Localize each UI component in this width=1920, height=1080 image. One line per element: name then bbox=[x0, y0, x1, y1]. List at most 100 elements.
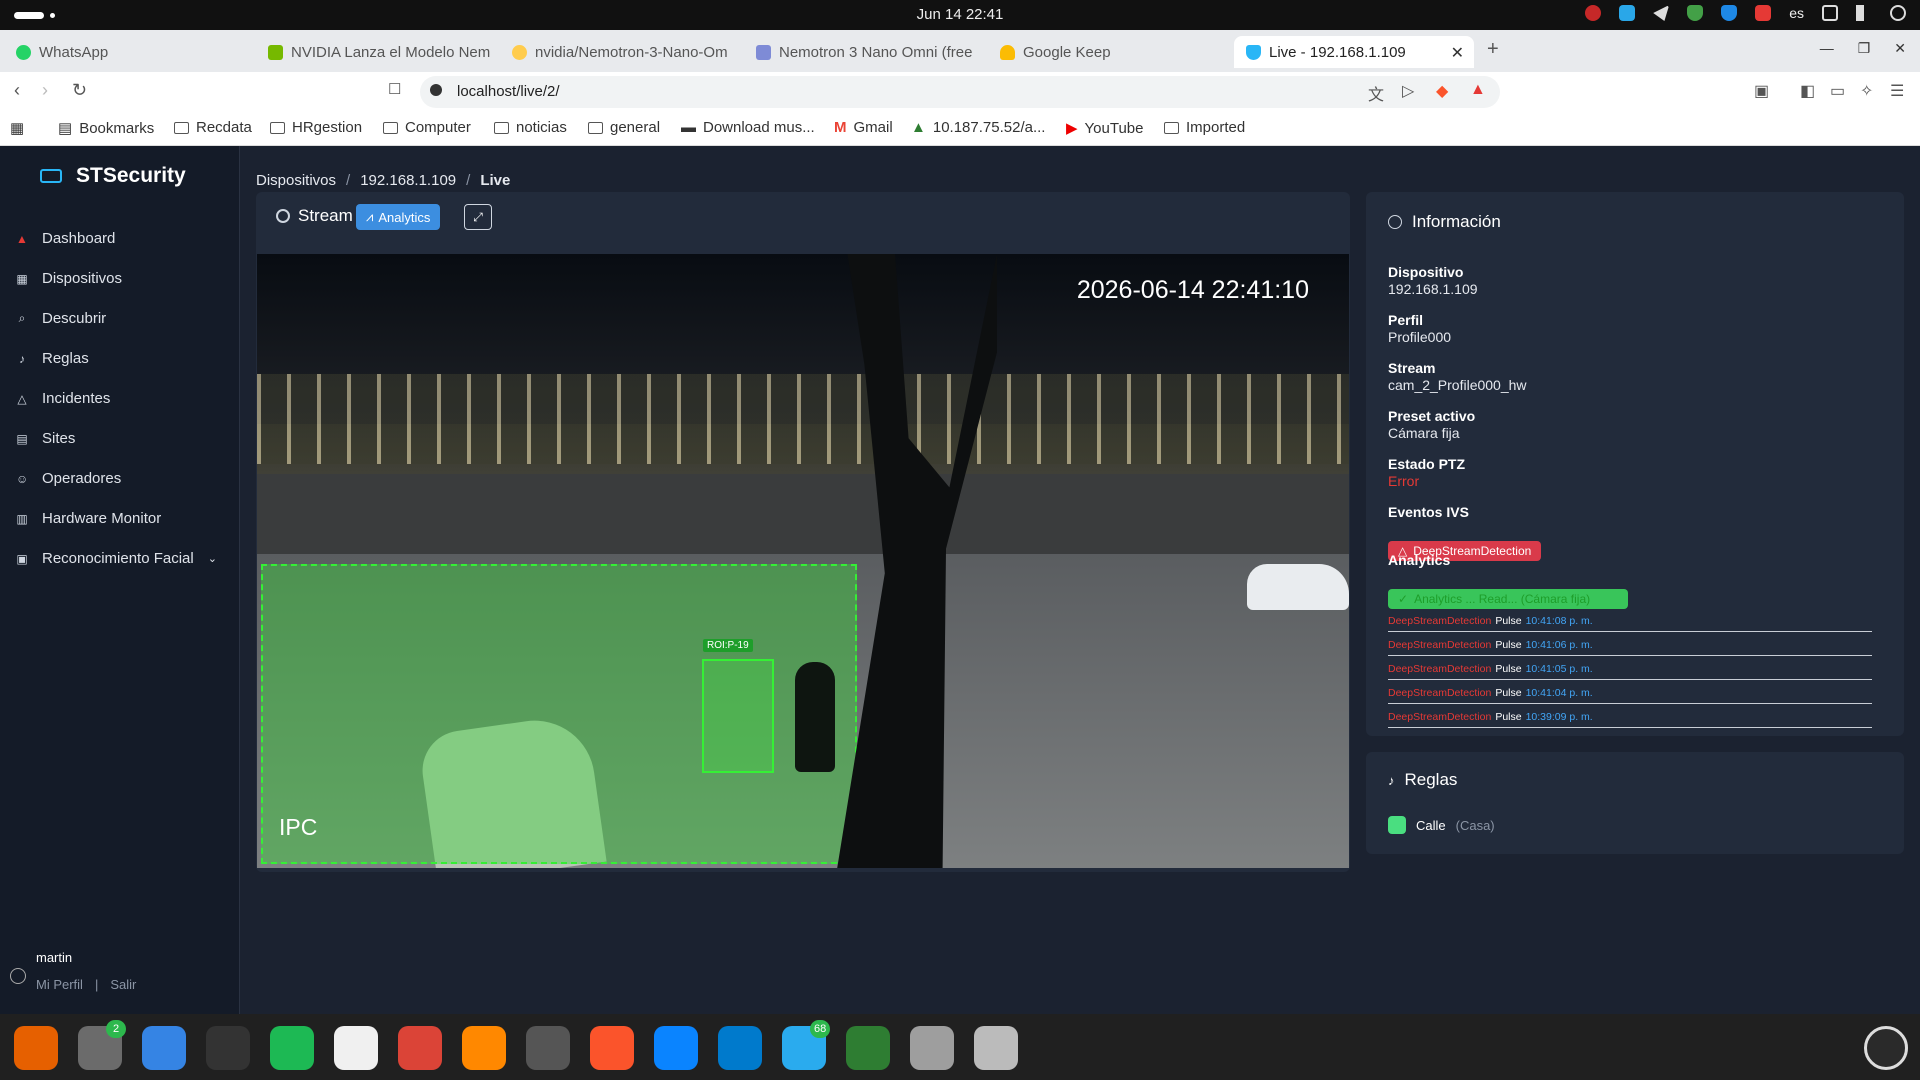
bookmark-label: Download mus... bbox=[703, 119, 815, 136]
vscode-app-icon[interactable] bbox=[718, 1026, 762, 1070]
bookmark-item[interactable]: Imported bbox=[1164, 119, 1245, 136]
browser-tab[interactable]: NVIDIA Lanza el Modelo Nem bbox=[256, 36, 496, 68]
app-sidebar: STSecurity ▲ Dashboard ▦ Dispositivos ⌕ Des… bbox=[0, 146, 240, 1014]
shield-tray-icon[interactable] bbox=[1687, 5, 1704, 21]
alert-tray-icon[interactable] bbox=[1755, 5, 1772, 21]
screenshot-icon[interactable]: ▣ bbox=[1754, 81, 1769, 101]
bookmark-item[interactable]: HRgestion bbox=[270, 119, 362, 136]
live-video-feed[interactable]: ROI:P-19 2026-06-14 22:41:10 IPC bbox=[257, 254, 1349, 868]
apps-grid-icon[interactable]: ▦ bbox=[10, 119, 24, 137]
chrome-app-icon[interactable] bbox=[398, 1026, 442, 1070]
bookmark-label: YouTube bbox=[1084, 119, 1144, 137]
sidebar-item-reglas[interactable]: ♪ Reglas bbox=[16, 350, 89, 367]
brave-shield-icon[interactable]: ◆ bbox=[1436, 81, 1448, 101]
text-editor-app-icon[interactable] bbox=[334, 1026, 378, 1070]
stream-value: cam_2_Profile000_hw bbox=[1388, 377, 1527, 393]
help-app-icon[interactable] bbox=[142, 1026, 186, 1070]
calculator-app-icon[interactable] bbox=[910, 1026, 954, 1070]
close-tab-icon[interactable]: ✕ bbox=[1451, 43, 1464, 63]
breadcrumb-item[interactable]: 192.168.1.109 bbox=[360, 172, 456, 189]
profile-link[interactable]: Mi Perfil bbox=[36, 977, 83, 992]
browser-tab[interactable]: WhatsApp bbox=[4, 36, 254, 68]
event-row: DeepStreamDetection Pulse 10:41:08 p. m. bbox=[1388, 610, 1872, 632]
sidebar-item-incidentes[interactable]: △ Incidentes bbox=[16, 390, 110, 407]
event-name: DeepStreamDetection bbox=[1388, 662, 1492, 675]
network-icon[interactable] bbox=[1822, 5, 1838, 21]
close-window-icon[interactable]: ✕ bbox=[1894, 40, 1906, 57]
rule-item[interactable]: Calle (Casa) bbox=[1388, 816, 1495, 834]
breadcrumb: Dispositivos / 192.168.1.109 / Live bbox=[256, 172, 510, 189]
terminal-app-icon[interactable] bbox=[206, 1026, 250, 1070]
vlc-app-icon[interactable] bbox=[462, 1026, 506, 1070]
rule-site: (Casa) bbox=[1455, 817, 1495, 833]
event-time: 10:41:08 p. m. bbox=[1525, 614, 1593, 627]
app-center-app-icon[interactable] bbox=[526, 1026, 570, 1070]
translate-icon[interactable]: 文 bbox=[1368, 81, 1384, 105]
sidebar-toggle-icon[interactable]: ◧ bbox=[1800, 81, 1815, 101]
volume-icon[interactable] bbox=[1856, 5, 1872, 21]
language-indicator[interactable]: es bbox=[1789, 5, 1804, 21]
forward-icon[interactable]: › bbox=[42, 80, 48, 101]
analytics-label: Analytics bbox=[1388, 552, 1451, 568]
rule-name: Calle bbox=[1416, 817, 1446, 833]
menu-icon[interactable]: ☰ bbox=[1890, 81, 1904, 101]
bookmark-item[interactable]: ▲ 10.187.75.52/a... bbox=[911, 119, 1045, 136]
bookmark-icon[interactable]: ☐ bbox=[388, 80, 401, 98]
download-icon: ▬ bbox=[681, 119, 696, 136]
link-icon: ▲ bbox=[911, 119, 926, 136]
bookmark-item[interactable]: Computer bbox=[383, 119, 471, 136]
browser-tab[interactable]: Google Keep bbox=[988, 36, 1228, 68]
cast-icon[interactable]: ▷ bbox=[1402, 81, 1414, 101]
sidebar-item-sites[interactable]: ▤ Sites bbox=[16, 430, 75, 447]
address-bar[interactable] bbox=[420, 76, 1500, 108]
bookmark-item[interactable]: ▬ Download mus... bbox=[681, 119, 815, 136]
minimize-icon[interactable]: — bbox=[1820, 40, 1834, 57]
show-apps-icon[interactable] bbox=[1864, 1026, 1908, 1070]
camera-viewer-app-icon[interactable] bbox=[846, 1026, 890, 1070]
site-info-icon[interactable] bbox=[430, 84, 442, 96]
brave-app-icon[interactable] bbox=[590, 1026, 634, 1070]
bookmark-item[interactable]: noticias bbox=[494, 119, 567, 136]
browser-tab[interactable]: nvidia/Nemotron-3-Nano-Om bbox=[500, 36, 740, 68]
sidebar-item-hardware-monitor[interactable]: ▥ Hardware Monitor bbox=[16, 510, 161, 527]
bookmark-item[interactable]: general bbox=[588, 119, 660, 136]
maximize-icon[interactable]: ❐ bbox=[1858, 40, 1871, 57]
thunderbird-app-icon[interactable] bbox=[654, 1026, 698, 1070]
sidebar-item-dashboard[interactable]: ▲ Dashboard bbox=[16, 230, 115, 247]
browser-tab-active[interactable]: Live - 192.168.1.109 ✕ bbox=[1234, 36, 1474, 68]
brand[interactable]: STSecurity bbox=[40, 164, 186, 188]
record-icon[interactable] bbox=[1585, 5, 1602, 21]
analytics-button[interactable]: ⩘ Analytics bbox=[356, 204, 441, 230]
trash-app-icon[interactable] bbox=[974, 1026, 1018, 1070]
browser-tab[interactable]: Nemotron 3 Nano Omni (free bbox=[744, 36, 984, 68]
fullscreen-button[interactable]: ⤢ bbox=[464, 204, 492, 230]
telegram-tray-icon[interactable] bbox=[1653, 5, 1670, 21]
breadcrumb-item[interactable]: Dispositivos bbox=[256, 172, 336, 189]
firefox-app-icon[interactable] bbox=[14, 1026, 58, 1070]
brave-rewards-icon[interactable]: ▲ bbox=[1470, 81, 1486, 99]
leo-ai-icon[interactable]: ✧ bbox=[1860, 81, 1873, 101]
reload-icon[interactable]: ↻ bbox=[72, 80, 87, 101]
power-icon[interactable] bbox=[1890, 5, 1906, 21]
new-tab-icon[interactable]: + bbox=[1487, 38, 1499, 61]
sidebar-item-operadores[interactable]: ☺ Operadores bbox=[16, 470, 121, 487]
sidebar-item-descubrir[interactable]: ⌕ Descubrir bbox=[16, 310, 107, 327]
bookmark-item[interactable]: ▤ Bookmarks bbox=[58, 119, 154, 138]
sidebar-item-reconocimiento-facial[interactable]: ▣ Reconocimiento Facial ⌄ bbox=[16, 550, 217, 567]
back-icon[interactable]: ‹ bbox=[14, 80, 20, 101]
bookmark-item[interactable]: Recdata bbox=[174, 119, 252, 136]
bookmark-item[interactable]: ▶ YouTube bbox=[1066, 119, 1144, 138]
logout-link[interactable]: Salir bbox=[110, 977, 136, 992]
wallet-icon[interactable]: ▭ bbox=[1830, 81, 1845, 101]
rule-status-toggle[interactable] bbox=[1388, 816, 1406, 834]
grid-icon: ▦ bbox=[16, 271, 28, 286]
bookmark-item[interactable]: M Gmail bbox=[834, 119, 893, 136]
url-text[interactable]: localhost/live/2/ bbox=[457, 83, 560, 100]
bookmark-label: Gmail bbox=[853, 119, 893, 136]
vpn-tray-icon[interactable] bbox=[1721, 5, 1738, 21]
tab-label: Google Keep bbox=[1023, 43, 1111, 61]
sidebar-item-label: Incidentes bbox=[42, 390, 111, 407]
sidebar-item-dispositivos[interactable]: ▦ Dispositivos bbox=[16, 270, 122, 287]
spotify-app-icon[interactable] bbox=[270, 1026, 314, 1070]
app-tray-icon[interactable] bbox=[1619, 5, 1636, 21]
